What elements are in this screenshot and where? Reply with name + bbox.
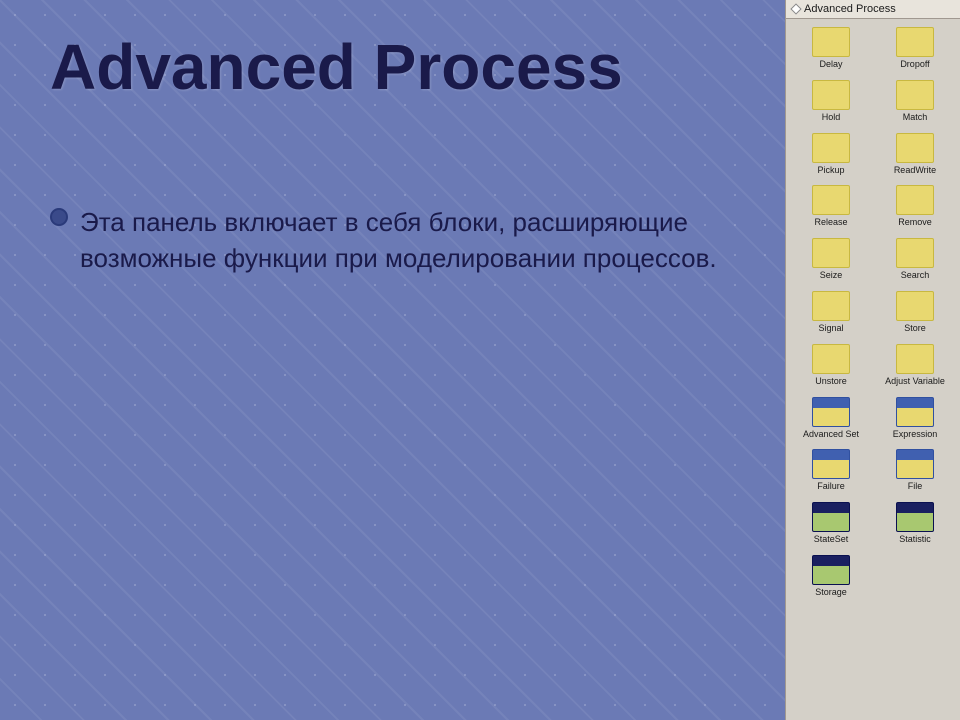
item-label: Release (814, 217, 847, 228)
main-content: Advanced Process Эта панель включает в с… (0, 0, 785, 720)
panel-diamond-icon (790, 3, 801, 14)
item-label: Signal (818, 323, 843, 334)
panel-item[interactable]: Search (874, 234, 956, 285)
item-icon (812, 238, 850, 268)
item-icon (812, 133, 850, 163)
item-label: File (908, 481, 923, 492)
item-label: Storage (815, 587, 847, 598)
panel-item[interactable]: Adjust Variable (874, 340, 956, 391)
panel-item[interactable]: Signal (790, 287, 872, 338)
item-icon (812, 502, 850, 532)
item-icon (896, 27, 934, 57)
bullet-section: Эта панель включает в себя блоки, расшир… (50, 204, 735, 277)
item-label: Dropoff (900, 59, 929, 70)
panel-item[interactable]: Pickup (790, 129, 872, 180)
panel-item[interactable]: Failure (790, 445, 872, 496)
item-icon (896, 133, 934, 163)
page-title: Advanced Process (50, 30, 735, 104)
item-icon (812, 291, 850, 321)
item-label: Pickup (817, 165, 844, 176)
panel-item[interactable]: Unstore (790, 340, 872, 391)
item-icon (812, 397, 850, 427)
panel-titlebar: Advanced Process (786, 0, 960, 19)
item-label: Store (904, 323, 926, 334)
item-icon (812, 185, 850, 215)
panel-item[interactable]: Match (874, 76, 956, 127)
item-label: ReadWrite (894, 165, 936, 176)
panel-item[interactable]: Delay (790, 23, 872, 74)
item-icon (812, 449, 850, 479)
item-label: Match (903, 112, 928, 123)
panel-title: Advanced Process (804, 3, 896, 15)
item-label: Failure (817, 481, 845, 492)
panel-item[interactable]: Seize (790, 234, 872, 285)
panel-item[interactable]: ReadWrite (874, 129, 956, 180)
item-icon (896, 238, 934, 268)
item-icon (812, 555, 850, 585)
panel-item[interactable]: Hold (790, 76, 872, 127)
item-icon (896, 344, 934, 374)
item-label: Statistic (899, 534, 931, 545)
item-label: Hold (822, 112, 841, 123)
item-icon (812, 344, 850, 374)
bullet-text: Эта панель включает в себя блоки, расшир… (80, 204, 735, 277)
panel-item[interactable]: Remove (874, 181, 956, 232)
item-icon (812, 27, 850, 57)
right-panel: Advanced Process Delay Dropoff Hold Match Pi… (785, 0, 960, 720)
item-label: Remove (898, 217, 932, 228)
panel-item[interactable]: Expression (874, 393, 956, 444)
item-icon (896, 397, 934, 427)
item-label: Seize (820, 270, 843, 281)
panel-item[interactable]: Advanced Set (790, 393, 872, 444)
item-label: Delay (819, 59, 842, 70)
item-label: Adjust Variable (885, 376, 945, 387)
item-icon (896, 80, 934, 110)
panel-item[interactable]: StateSet (790, 498, 872, 549)
panel-item[interactable]: Statistic (874, 498, 956, 549)
item-label: Advanced Set (803, 429, 859, 440)
panel-item[interactable]: File (874, 445, 956, 496)
item-label: Unstore (815, 376, 847, 387)
panel-item[interactable]: Storage (790, 551, 872, 602)
panel-items-grid: Delay Dropoff Hold Match Pickup ReadWrite Rele… (786, 19, 960, 606)
panel-item[interactable]: Dropoff (874, 23, 956, 74)
item-icon (896, 185, 934, 215)
item-label: Search (901, 270, 930, 281)
bullet-icon (50, 208, 68, 226)
item-icon (812, 80, 850, 110)
item-icon (896, 449, 934, 479)
item-icon (896, 291, 934, 321)
item-icon (896, 502, 934, 532)
item-label: StateSet (814, 534, 849, 545)
panel-item[interactable]: Release (790, 181, 872, 232)
panel-item[interactable]: Store (874, 287, 956, 338)
item-label: Expression (893, 429, 938, 440)
